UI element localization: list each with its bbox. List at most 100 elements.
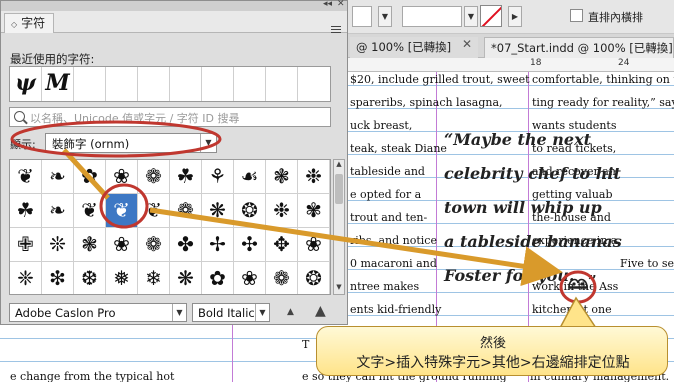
pull-quote-line: a tableside bananas (444, 232, 622, 251)
tab-label: @ 100% [已轉換] (356, 40, 452, 54)
font-family-dropdown[interactable]: Adobe Caslon Pro ▼ (9, 303, 187, 322)
glyph-cell[interactable]: ✙ (10, 228, 42, 262)
glyph-cell[interactable]: ❉ (298, 160, 330, 194)
tate-chu-yoko-checkbox[interactable] (570, 9, 583, 22)
glyph-cell[interactable]: ✣ (234, 228, 266, 262)
inline-ornament-icon[interactable] (567, 275, 589, 291)
glyph-cell[interactable]: ❃ (74, 228, 106, 262)
recent-glyph-empty[interactable] (298, 67, 330, 101)
callout-box: 然後 文字>插入特殊字元>其他>右邊縮排定位點 (316, 326, 668, 376)
recent-glyph[interactable]: M (42, 67, 74, 101)
recent-glyph-empty[interactable] (170, 67, 202, 101)
body-text-line: ents kid-friendly (350, 303, 442, 316)
swatch-menu-icon[interactable]: ▶ (508, 6, 522, 27)
tab-glyphs[interactable]: ◇ 字符 (4, 13, 55, 33)
glyph-cell[interactable]: ❄ (138, 262, 170, 294)
glyph-cell[interactable]: ❃ (266, 160, 298, 194)
recent-glyph-empty[interactable] (138, 67, 170, 101)
ruler-number: 24 (618, 58, 630, 68)
field-a[interactable] (352, 6, 372, 27)
stroke-swatch[interactable] (480, 5, 502, 27)
panel-menu-icon[interactable] (331, 26, 341, 35)
glyph-cell[interactable]: ❅ (106, 262, 138, 294)
body-text-line: comfortable, thinking on the (532, 73, 674, 86)
glyph-cell[interactable]: ❀ (234, 262, 266, 294)
recent-glyph-empty[interactable] (74, 67, 106, 101)
expand-icon[interactable]: ◇ (11, 20, 17, 29)
recent-glyph-empty[interactable] (234, 67, 266, 101)
glyph-cell[interactable]: ❦ (138, 194, 170, 228)
tate-chu-yoko-label: 直排內橫排 (588, 11, 643, 24)
glyph-cell[interactable]: ☘ (10, 194, 42, 228)
glyph-cell[interactable]: ❧ (42, 160, 74, 194)
scroll-down-icon[interactable]: ▼ (334, 283, 344, 294)
scroll-up-icon[interactable]: ▲ (334, 160, 344, 171)
glyph-cell[interactable]: ❇ (42, 262, 74, 294)
glyph-cell[interactable]: ❁ (138, 228, 170, 262)
glyph-cell[interactable]: ❀ (298, 228, 330, 262)
glyph-cell[interactable]: ❋ (202, 194, 234, 228)
glyph-cell[interactable]: ❧ (42, 194, 74, 228)
collapse-icon[interactable]: ◂◂ (323, 0, 332, 9)
pull-quote-line: town will whip up (444, 198, 602, 217)
glyph-cell[interactable]: ❆ (74, 262, 106, 294)
glyph-cell[interactable]: ✤ (170, 228, 202, 262)
recent-glyph-empty[interactable] (266, 67, 298, 101)
glyph-cell[interactable]: ❁ (266, 262, 298, 294)
glyph-cell[interactable]: ❁ (138, 160, 170, 194)
recent-glyph-empty[interactable] (106, 67, 138, 101)
glyph-cell[interactable]: ❀ (106, 160, 138, 194)
dropdown-arrow-icon[interactable]: ▼ (378, 6, 392, 27)
glyph-cell[interactable]: ❦ (10, 160, 42, 194)
body-text-line: kitchen at one (532, 303, 612, 316)
ruler-number: 18 (530, 58, 542, 68)
chevron-down-icon[interactable]: ▼ (172, 304, 186, 321)
close-icon[interactable]: ✕ (462, 37, 472, 51)
pull-quote-line: “Maybe the next (444, 130, 592, 149)
glyph-cell[interactable]: ❂ (298, 262, 330, 294)
recent-glyph-empty[interactable] (202, 67, 234, 101)
glyph-cell[interactable]: ❀ (106, 228, 138, 262)
glyph-cell[interactable]: ☘ (170, 160, 202, 194)
glyph-cell[interactable]: ❋ (170, 262, 202, 294)
recent-glyph[interactable]: ψ (10, 67, 42, 101)
font-family-value: Adobe Caslon Pro (15, 306, 116, 320)
tab-document-2[interactable]: *07_Start.indd @ 100% [已轉換] (484, 37, 674, 58)
close-icon[interactable]: ✕ (337, 0, 345, 9)
zoom-in-icon[interactable]: ▲ (315, 303, 326, 319)
chevron-down-icon[interactable]: ▼ (255, 304, 269, 321)
horizontal-ruler: 18 24 (348, 58, 674, 72)
glyph-cell[interactable]: ⚘ (202, 160, 234, 194)
glyph-cell[interactable]: ❊ (42, 228, 74, 262)
glyph-cell[interactable]: ✾ (298, 194, 330, 228)
glyph-cell[interactable]: ❈ (10, 262, 42, 294)
glyph-search-input[interactable]: 以名稱、Unicode 值或字元 / 字符 ID 搜尋 (9, 107, 331, 127)
glyph-cell[interactable]: ✿ (202, 262, 234, 294)
glyph-cell[interactable]: ☙ (234, 160, 266, 194)
glyph-cell[interactable]: ✢ (202, 228, 234, 262)
chevron-down-icon[interactable]: ▼ (200, 134, 216, 152)
glyph-cell[interactable]: ❁ (170, 194, 202, 228)
pull-quote-line: Foster for you. (444, 266, 575, 285)
body-text-line: ting ready for reality,” says Kl (532, 96, 674, 109)
scroll-thumb[interactable] (335, 174, 343, 204)
font-style-dropdown[interactable]: Bold Italic ▼ (192, 303, 270, 322)
glyph-cell[interactable]: ❦ (74, 194, 106, 228)
glyph-grid-scrollbar[interactable]: ▲ ▼ (333, 159, 345, 295)
panel-titlebar[interactable]: ◂◂ ✕ (1, 0, 347, 11)
leading-field[interactable] (402, 6, 462, 27)
glyph-cell[interactable]: ✿ (74, 160, 106, 194)
tab-document-1[interactable]: @ 100% [已轉換] (350, 37, 478, 58)
body-text-line: e opted for a (350, 188, 422, 201)
show-label: 顯示: (10, 138, 36, 151)
body-text-line: e change from the typical hot (10, 370, 175, 382)
recent-glyphs-row: ψ M (9, 66, 331, 102)
glyph-cell-selected[interactable]: ❦ (106, 194, 138, 228)
zoom-out-icon[interactable]: ▲ (287, 307, 294, 317)
show-dropdown[interactable]: 裝飾字 (ornm) ▼ (45, 133, 217, 153)
dropdown-arrow-icon[interactable]: ▼ (464, 6, 478, 27)
glyph-cell[interactable]: ❂ (234, 194, 266, 228)
glyph-cell[interactable]: ❉ (266, 194, 298, 228)
glyph-cell[interactable]: ✥ (266, 228, 298, 262)
panel-tab-row: ◇ 字符 (1, 11, 347, 33)
